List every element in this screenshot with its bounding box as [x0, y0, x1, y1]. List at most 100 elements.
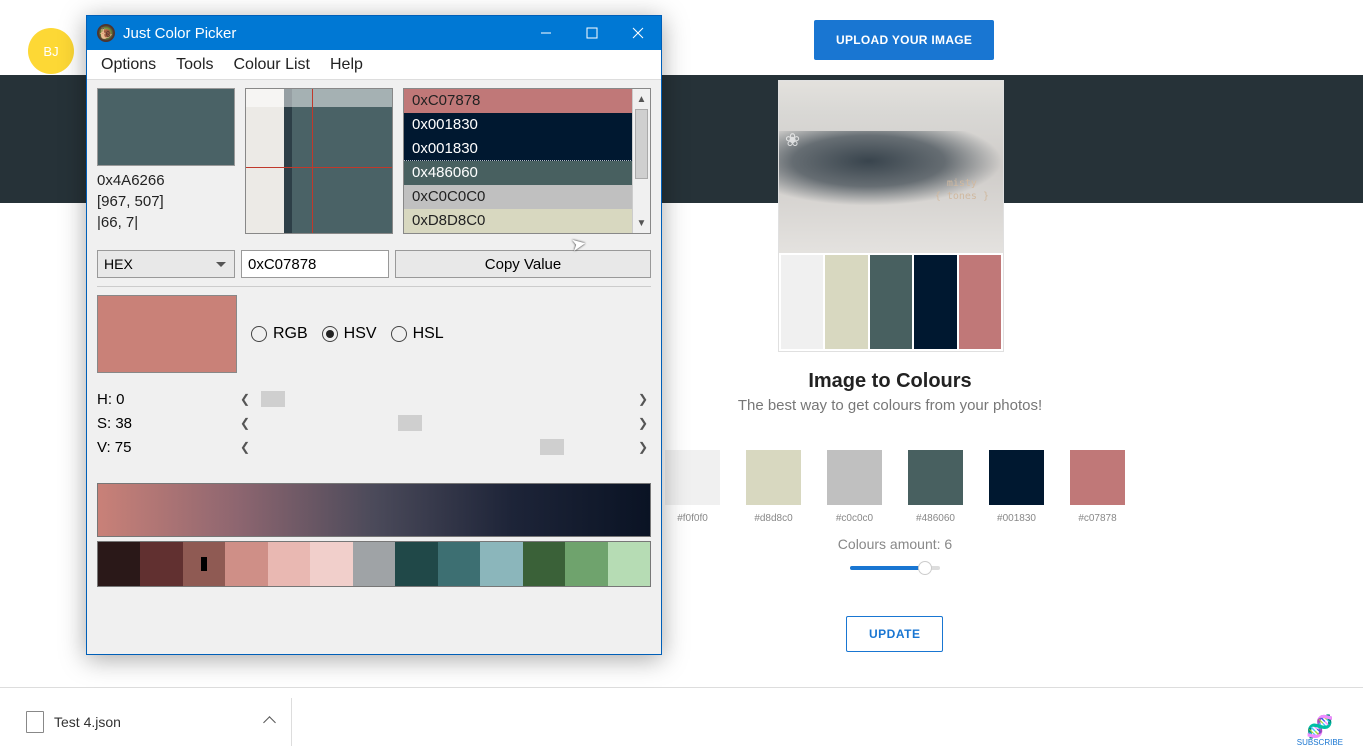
- radio-rgb-label: RGB: [273, 325, 308, 343]
- extracted-hex-label: #c0c0c0: [836, 513, 873, 524]
- magnifier-view: [245, 88, 393, 234]
- close-button[interactable]: [615, 16, 661, 50]
- color-picker-window: 🐌 Just Color Picker OptionsToolsColour L…: [86, 15, 662, 655]
- strip-swatch[interactable]: [225, 542, 267, 586]
- gradient-bar[interactable]: [97, 483, 651, 537]
- history-item[interactable]: 0x001830: [404, 137, 632, 161]
- hex-input[interactable]: [241, 250, 389, 278]
- extracted-swatch: [827, 450, 882, 505]
- copy-value-button[interactable]: Copy Value: [395, 250, 651, 278]
- s-label: S: 38: [97, 415, 237, 432]
- upload-image-button[interactable]: UPLOAD YOUR IMAGE: [814, 20, 994, 60]
- strip-swatch[interactable]: [98, 542, 140, 586]
- extracted-swatch: [908, 450, 963, 505]
- minimize-button[interactable]: [523, 16, 569, 50]
- strip-swatch[interactable]: [565, 542, 607, 586]
- strip-swatch[interactable]: [438, 542, 480, 586]
- cursor-icon: ➤: [569, 233, 588, 256]
- extracted-swatch: [1070, 450, 1125, 505]
- divider: [97, 286, 651, 287]
- card-swatch: [914, 255, 956, 349]
- history-item[interactable]: 0x486060: [404, 161, 632, 185]
- v-slider[interactable]: [253, 444, 635, 450]
- history-scrollbar[interactable]: ▲ ▼: [632, 89, 650, 233]
- strip-swatch[interactable]: [395, 542, 437, 586]
- colours-amount-slider[interactable]: [850, 566, 940, 570]
- menu-tools[interactable]: Tools: [166, 52, 223, 78]
- strip-swatch[interactable]: [310, 542, 352, 586]
- radio-rgb[interactable]: RGB: [251, 325, 308, 343]
- palette-strip[interactable]: [97, 541, 651, 587]
- extracted-item[interactable]: #d8d8c0: [746, 450, 801, 524]
- strip-swatch[interactable]: [140, 542, 182, 586]
- radio-hsl-label: HSL: [413, 325, 444, 343]
- page-title: Image to Colours: [665, 370, 1115, 393]
- photo-caption-2: { tones }: [935, 191, 989, 202]
- scrollbar-thumb[interactable]: [635, 109, 648, 179]
- scroll-down-icon[interactable]: ▼: [633, 213, 650, 233]
- extracted-item[interactable]: #001830: [989, 450, 1044, 524]
- v-label: V: 75: [97, 439, 237, 456]
- h-label: H: 0: [97, 391, 237, 408]
- v-decrement[interactable]: ❮: [237, 440, 253, 454]
- s-increment[interactable]: ❯: [635, 416, 651, 430]
- format-select[interactable]: HEX: [97, 250, 235, 278]
- strip-swatch[interactable]: [183, 542, 225, 586]
- downloads-bar: Test 4.json: [0, 687, 1363, 755]
- menu-colour-list[interactable]: Colour List: [224, 52, 320, 78]
- maximize-button[interactable]: [569, 16, 615, 50]
- image-preview-card: misty { tones } ❀: [778, 80, 1004, 352]
- extracted-swatch: [746, 450, 801, 505]
- s-decrement[interactable]: ❮: [237, 416, 253, 430]
- slider-thumb[interactable]: [918, 561, 932, 575]
- extracted-item[interactable]: #f0f0f0: [665, 450, 720, 524]
- history-item[interactable]: 0xD8D8C0: [404, 209, 632, 233]
- strip-swatch[interactable]: [608, 542, 650, 586]
- avatar[interactable]: BJ: [28, 28, 74, 74]
- download-filename: Test 4.json: [54, 714, 121, 730]
- window-title: Just Color Picker: [123, 25, 236, 42]
- h-slider[interactable]: [253, 396, 635, 402]
- menu-help[interactable]: Help: [320, 52, 373, 78]
- history-item[interactable]: 0xC0C0C0: [404, 185, 632, 209]
- download-item[interactable]: Test 4.json: [12, 698, 292, 746]
- scroll-up-icon[interactable]: ▲: [633, 89, 650, 109]
- file-icon: [26, 711, 44, 733]
- radio-hsv[interactable]: HSV: [322, 325, 377, 343]
- extracted-hex-label: #d8d8c0: [754, 513, 792, 524]
- card-swatch: [825, 255, 867, 349]
- extracted-item[interactable]: #c07878: [1070, 450, 1125, 524]
- v-increment[interactable]: ❯: [635, 440, 651, 454]
- extracted-hex-label: #486060: [916, 513, 955, 524]
- history-item[interactable]: 0xC07878: [404, 89, 632, 113]
- extracted-item[interactable]: #c0c0c0: [827, 450, 882, 524]
- app-icon: 🐌: [97, 24, 115, 42]
- radio-hsl[interactable]: HSL: [391, 325, 444, 343]
- extracted-item[interactable]: #486060: [908, 450, 963, 524]
- cursor-coords-label: [967, 507]: [97, 191, 235, 212]
- h-decrement[interactable]: ❮: [237, 392, 253, 406]
- h-increment[interactable]: ❯: [635, 392, 651, 406]
- history-item[interactable]: 0x001830: [404, 113, 632, 137]
- strip-swatch[interactable]: [353, 542, 395, 586]
- extracted-hex-label: #c07878: [1078, 513, 1116, 524]
- extracted-hex-label: #f0f0f0: [677, 513, 708, 524]
- update-button[interactable]: UPDATE: [846, 616, 943, 652]
- strip-swatch[interactable]: [268, 542, 310, 586]
- model-color-swatch: [97, 295, 237, 373]
- photo-caption-1: misty: [947, 178, 977, 189]
- photo-caption: misty { tones }: [935, 177, 989, 203]
- colours-amount-label: Colours amount: 6: [665, 536, 1125, 552]
- strip-swatch[interactable]: [523, 542, 565, 586]
- s-slider[interactable]: [253, 420, 635, 426]
- relative-coords-label: |66, 7|: [97, 212, 235, 233]
- color-history-list: 0xC078780x0018300x0018300x4860600xC0C0C0…: [403, 88, 651, 234]
- h-slider-row: H: 0 ❮ ❯: [97, 387, 651, 411]
- page-subtitle: The best way to get colours from your ph…: [665, 397, 1115, 414]
- chevron-up-icon[interactable]: [263, 714, 277, 728]
- subscribe-icon[interactable]: 🧬 SUBSCRIBE: [1297, 716, 1343, 747]
- titlebar[interactable]: 🐌 Just Color Picker: [87, 16, 661, 50]
- menu-options[interactable]: Options: [91, 52, 166, 78]
- strip-swatch[interactable]: [480, 542, 522, 586]
- current-hex-label: 0x4A6266: [97, 170, 235, 191]
